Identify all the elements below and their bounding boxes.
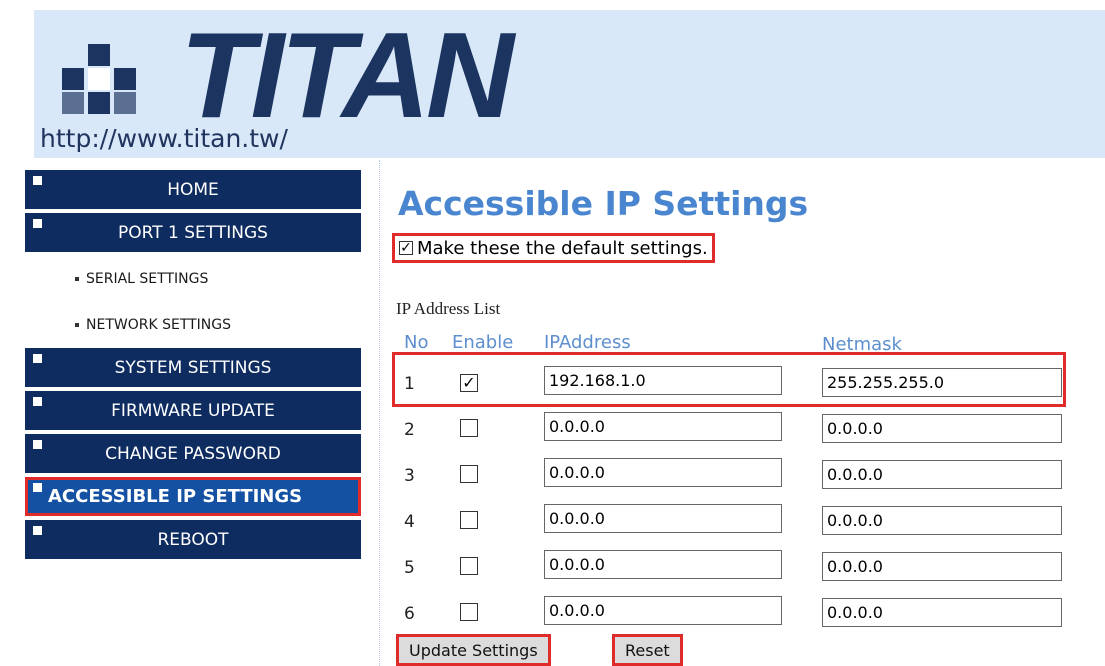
sidebar-item-label: HOME bbox=[167, 179, 219, 200]
ip-address-input[interactable] bbox=[544, 458, 782, 487]
netmask-input[interactable] bbox=[822, 552, 1062, 581]
content-divider bbox=[379, 160, 380, 666]
sidebar-item-home[interactable]: HOME bbox=[25, 170, 361, 209]
column-header-enable: Enable bbox=[452, 332, 514, 353]
sidebar-item-label: CHANGE PASSWORD bbox=[105, 443, 281, 464]
table-row: 6 bbox=[396, 596, 1066, 628]
sidebar-nav: HOME PORT 1 SETTINGS SERIAL SETTINGS NET… bbox=[25, 170, 361, 563]
default-settings-checkbox[interactable]: ✓ bbox=[399, 241, 413, 255]
netmask-input[interactable] bbox=[822, 460, 1062, 489]
table-row: 4 bbox=[396, 504, 1066, 536]
netmask-input[interactable] bbox=[822, 506, 1062, 535]
row-number: 5 bbox=[404, 558, 415, 578]
table-row: 2 bbox=[396, 412, 1066, 444]
checkbox-empty-icon bbox=[460, 557, 478, 575]
checkbox-empty-icon bbox=[460, 603, 478, 621]
nav-bullet-icon bbox=[33, 440, 42, 449]
enable-checkbox[interactable] bbox=[460, 511, 482, 533]
sidebar-item-firmware-update[interactable]: FIRMWARE UPDATE bbox=[25, 391, 361, 430]
enable-checkbox[interactable] bbox=[460, 557, 482, 579]
table-row: 3 bbox=[396, 458, 1066, 490]
ip-address-input[interactable] bbox=[544, 366, 782, 395]
sidebar-item-label: REBOOT bbox=[157, 529, 229, 550]
sub-bullet-icon bbox=[75, 277, 79, 281]
sidebar-subitem-label: SERIAL SETTINGS bbox=[86, 271, 209, 287]
netmask-input[interactable] bbox=[822, 368, 1062, 397]
logo-text: TITAN bbox=[180, 7, 514, 143]
ip-address-input[interactable] bbox=[544, 596, 782, 625]
netmask-input[interactable] bbox=[822, 598, 1062, 627]
row-number: 4 bbox=[404, 512, 415, 532]
enable-checkbox[interactable] bbox=[460, 603, 482, 625]
ip-list-title: IP Address List bbox=[396, 299, 501, 318]
table-row: 1 ✓ bbox=[396, 366, 1066, 398]
sidebar-item-label: PORT 1 SETTINGS bbox=[118, 222, 268, 243]
sidebar-item-change-password[interactable]: CHANGE PASSWORD bbox=[25, 434, 361, 473]
sub-bullet-icon bbox=[75, 323, 79, 327]
default-settings-label: Make these the default settings. bbox=[417, 237, 708, 259]
sidebar-item-label: ACCESSIBLE IP SETTINGS bbox=[48, 486, 303, 507]
sidebar-item-accessible-ip-settings[interactable]: ACCESSIBLE IP SETTINGS bbox=[25, 477, 361, 516]
titan-logo-icon bbox=[62, 44, 136, 114]
row-number: 2 bbox=[404, 420, 415, 440]
sidebar-item-reboot[interactable]: REBOOT bbox=[25, 520, 361, 559]
sidebar-item-system-settings[interactable]: SYSTEM SETTINGS bbox=[25, 348, 361, 387]
ip-address-input[interactable] bbox=[544, 412, 782, 441]
sidebar-subitem-label: NETWORK SETTINGS bbox=[86, 317, 232, 333]
column-header-ipaddress: IPAddress bbox=[544, 332, 631, 353]
enable-checkbox[interactable] bbox=[460, 465, 482, 487]
table-row: 5 bbox=[396, 550, 1066, 582]
site-url: http://www.titan.tw/ bbox=[40, 124, 288, 153]
ip-address-input[interactable] bbox=[544, 504, 782, 533]
row-number: 3 bbox=[404, 466, 415, 486]
row-number: 1 bbox=[404, 374, 415, 394]
nav-bullet-icon bbox=[33, 354, 42, 363]
nav-bullet-icon bbox=[33, 483, 42, 492]
checkbox-empty-icon bbox=[460, 511, 478, 529]
row-number: 6 bbox=[404, 604, 415, 624]
column-header-no: No bbox=[404, 332, 429, 353]
checkbox-empty-icon bbox=[460, 419, 478, 437]
sidebar-subitem-network-settings[interactable]: NETWORK SETTINGS bbox=[25, 302, 361, 348]
sidebar-subitem-serial-settings[interactable]: SERIAL SETTINGS bbox=[25, 256, 361, 302]
checkbox-empty-icon bbox=[460, 465, 478, 483]
enable-checkbox[interactable] bbox=[460, 419, 482, 441]
reset-button[interactable]: Reset bbox=[612, 634, 683, 666]
sidebar-item-label: SYSTEM SETTINGS bbox=[114, 357, 272, 378]
nav-bullet-icon bbox=[33, 526, 42, 535]
update-settings-button[interactable]: Update Settings bbox=[396, 634, 551, 666]
sidebar-item-port1-settings[interactable]: PORT 1 SETTINGS bbox=[25, 213, 361, 252]
netmask-input[interactable] bbox=[822, 414, 1062, 443]
nav-bullet-icon bbox=[33, 219, 42, 228]
default-settings-row[interactable]: ✓ Make these the default settings. bbox=[392, 233, 715, 263]
ip-address-input[interactable] bbox=[544, 550, 782, 579]
sidebar-item-label: FIRMWARE UPDATE bbox=[111, 400, 275, 421]
page-title: Accessible IP Settings bbox=[398, 184, 809, 223]
nav-bullet-icon bbox=[33, 397, 42, 406]
enable-checkbox[interactable]: ✓ bbox=[460, 373, 482, 392]
header: TITAN http://www.titan.tw/ bbox=[0, 0, 1105, 158]
nav-bullet-icon bbox=[33, 176, 42, 185]
checkmark-icon: ✓ bbox=[460, 374, 478, 392]
